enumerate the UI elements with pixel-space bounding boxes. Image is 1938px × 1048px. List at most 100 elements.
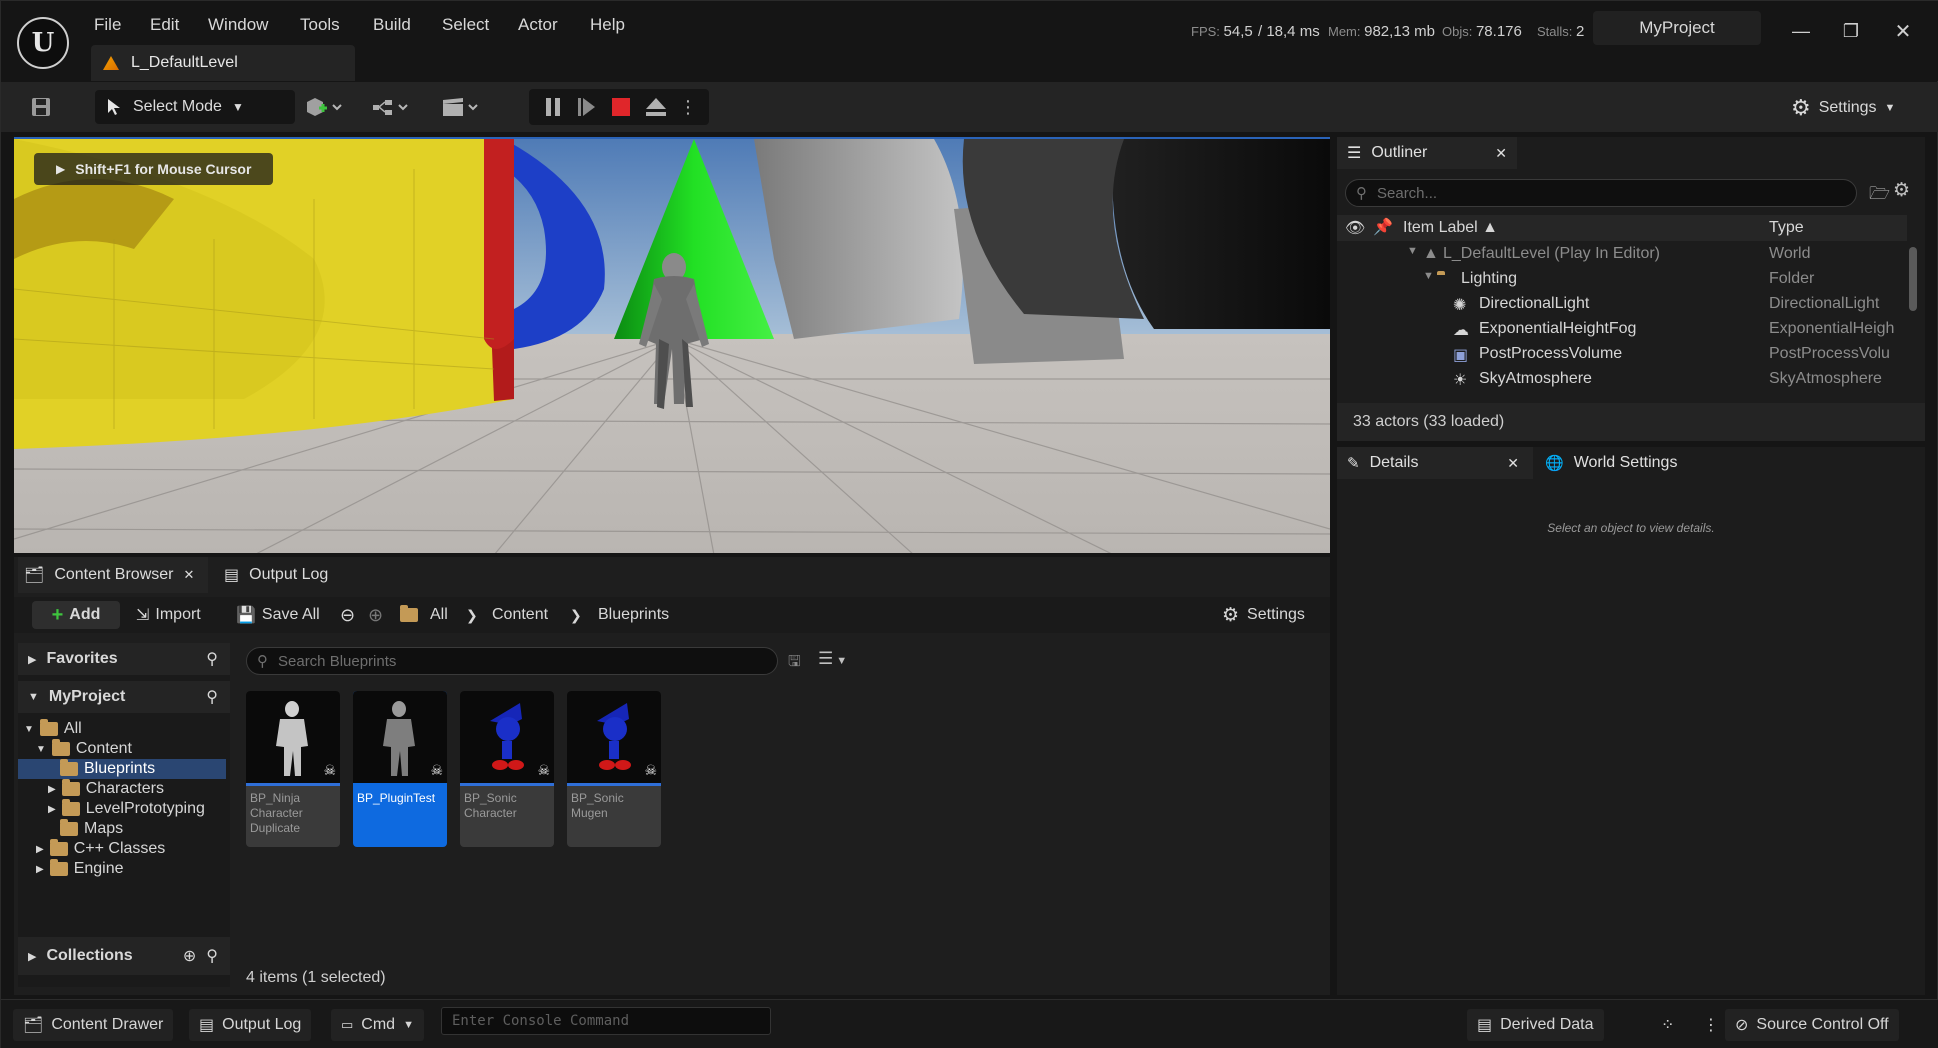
level-tab[interactable]: L_DefaultLevel [91,45,355,81]
close-icon[interactable]: ✕ [1507,455,1519,472]
pause-icon[interactable] [541,96,565,118]
menu-file[interactable]: File [94,15,121,35]
history-back-icon[interactable]: ⊖ [340,597,355,633]
restore-button[interactable]: ❐ [1831,15,1871,47]
source-control-button[interactable]: ⊘ Source Control Off [1725,1009,1899,1041]
outliner-row[interactable]: ▼ Lighting Folder [1337,270,1907,295]
toolbar-settings-button[interactable]: ⚙ Settings ▼ [1791,95,1895,121]
menu-tools[interactable]: Tools [300,15,340,35]
path-content[interactable]: Content [492,597,548,633]
asset-count-status: 4 items (1 selected) [246,969,386,986]
globe-icon: 🌐 [1545,455,1564,472]
tab-world-settings[interactable]: 🌐 World Settings [1535,447,1735,479]
menu-help[interactable]: Help [590,15,625,35]
tree-item-maps[interactable]: Maps [60,819,123,839]
asset-tile[interactable]: ☠ BP_Sonic Character [460,691,554,847]
pin-icon[interactable]: 📌 [1373,217,1393,237]
expand-arrow-icon[interactable]: ▼ [1423,270,1434,282]
save-icon[interactable] [29,96,53,118]
add-folder-icon[interactable]: 🗁 [1869,181,1890,210]
path-blueprints[interactable]: Blueprints [598,597,669,633]
outliner-scrollbar[interactable] [1909,247,1917,311]
stop-icon[interactable] [609,96,633,118]
outliner-header: 👁 📌 Item Label ▲ Type [1337,215,1907,241]
column-item-label[interactable]: Item Label ▲ [1403,219,1498,237]
close-window-button[interactable]: ✕ [1883,15,1923,47]
tab-outliner[interactable]: ☰ Outliner ✕ [1337,137,1517,169]
add-actor-icon[interactable] [301,96,345,118]
close-icon[interactable]: ✕ [1495,145,1507,162]
asset-tile[interactable]: ☠ BP_Sonic Mugen [567,691,661,847]
content-drawer-button[interactable]: 🗂 Content Drawer [13,1009,174,1041]
collections-section[interactable]: ▶ Collections ⊕ ⚲ [18,937,230,975]
source-control-off-icon: ⊘ [1735,1017,1749,1034]
eject-icon[interactable] [644,96,668,118]
volume-icon: ▣ [1453,347,1469,364]
level-viewport[interactable]: ▶ Shift+F1 for Mouse Cursor [14,137,1330,553]
favorites-section[interactable]: ▶ Favorites ⚲ [18,643,230,675]
menu-actor[interactable]: Actor [518,15,558,35]
tree-item-levelprototyping[interactable]: ▶ LevelPrototyping [48,799,205,819]
tab-output-log[interactable]: ▤ Output Log [224,557,328,593]
menu-select[interactable]: Select [442,15,489,35]
folder-icon [39,719,58,736]
step-frame-icon[interactable] [575,96,599,118]
gear-icon[interactable]: ⚙ [1893,179,1910,202]
cmd-dropdown[interactable]: ▭ Cmd ▼ [331,1009,424,1041]
content-search-input[interactable]: ⚲ Search Blueprints [246,647,778,675]
expand-arrow-icon[interactable]: ▼ [1407,245,1418,257]
tree-item-engine[interactable]: ▶ Engine [36,859,124,879]
more-options-icon[interactable]: ⋮ [1693,1009,1729,1041]
tree-item-cpp-classes[interactable]: ▶ C++ Classes [36,839,165,859]
content-settings-button[interactable]: ⚙ Settings [1222,597,1305,633]
outliner-row[interactable]: ▼ ▲ L_DefaultLevel (Play In Editor) Worl… [1337,245,1907,270]
history-forward-icon[interactable]: ⊕ [368,597,383,633]
outliner-row[interactable]: ✺ DirectionalLight DirectionalLight [1337,295,1907,320]
asset-tile[interactable]: ☠ BP_Ninja Character Duplicate [246,691,340,847]
close-icon[interactable]: ✕ [183,567,194,583]
add-button[interactable]: + Add [32,601,120,629]
unreal-logo-icon[interactable]: U [17,17,69,69]
search-icon[interactable]: ⚲ [206,649,218,669]
activity-icon[interactable]: ⁘ [1651,1009,1684,1041]
settings-label: Settings [1818,99,1877,116]
folder-icon[interactable] [400,597,418,633]
blueprint-icon[interactable] [369,96,413,118]
select-mode-dropdown[interactable]: Select Mode ▼ [95,90,295,124]
chevron-right-icon: ❯ [466,606,478,623]
menu-window[interactable]: Window [208,15,268,35]
path-all[interactable]: All [430,597,448,633]
derived-data-button[interactable]: ▤ Derived Data [1467,1009,1604,1041]
minimize-button[interactable]: — [1781,15,1821,47]
outliner-row[interactable]: ▣ PostProcessVolume PostProcessVolu [1337,345,1907,370]
save-all-button[interactable]: 💾 Save All [236,597,320,633]
tree-item-characters[interactable]: ▶ Characters [48,779,164,799]
project-section[interactable]: ▼ MyProject ⚲ [18,681,230,713]
import-button[interactable]: ⇲ Import [136,597,201,633]
console-command-input[interactable]: Enter Console Command [441,1007,771,1035]
skull-icon: ☠ [430,762,443,778]
save-search-icon[interactable]: 🖫 [788,651,801,676]
search-icon[interactable]: ⚲ [206,687,218,707]
tab-content-browser[interactable]: 🗂 Content Browser ✕ [18,557,208,593]
filter-icon[interactable]: ☰ ▼ [818,649,847,669]
folder-icon [51,739,70,756]
asset-tile-selected[interactable]: ☠ BP_PluginTest [353,691,447,847]
search-icon[interactable]: ⚲ [206,946,218,966]
add-collection-icon[interactable]: ⊕ [183,946,196,966]
outliner-row[interactable]: ☁ ExponentialHeightFog ExponentialHeigh [1337,320,1907,345]
menu-edit[interactable]: Edit [150,15,179,35]
tab-details[interactable]: ✎ Details ✕ [1337,447,1533,479]
play-options-icon[interactable]: ⋮ [679,96,697,118]
menu-build[interactable]: Build [373,15,411,35]
output-log-button[interactable]: ▤ Output Log [189,1009,312,1041]
skull-icon: ☠ [323,762,336,778]
outliner-search-input[interactable]: ⚲ Search... [1345,179,1857,207]
tree-item-content[interactable]: ▼ Content [36,739,132,759]
outliner-row[interactable]: ☀ SkyAtmosphere SkyAtmosphere [1337,370,1907,395]
tree-item-blueprints[interactable]: Blueprints [18,759,226,779]
cinematics-icon[interactable] [439,96,483,118]
visibility-eye-icon[interactable]: 👁 [1345,218,1365,238]
tree-item-all[interactable]: ▼ All [24,719,82,739]
column-type[interactable]: Type [1769,219,1804,237]
